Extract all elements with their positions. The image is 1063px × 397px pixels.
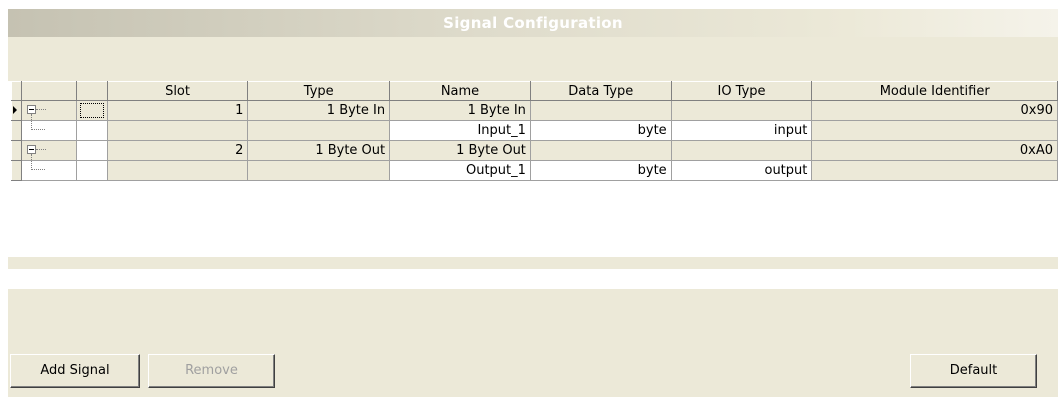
cell-slot[interactable] [106, 160, 249, 181]
cell-module-identifier[interactable] [811, 160, 1058, 181]
tree-cell[interactable] [20, 100, 77, 121]
cell-data-type[interactable]: byte [529, 120, 672, 141]
cell-module-identifier[interactable]: 0xA0 [811, 140, 1058, 161]
row-indicator [11, 160, 22, 181]
cell-name[interactable]: 1 Byte In [389, 100, 531, 121]
cell-io-type[interactable]: output [670, 160, 813, 181]
right-arrow-icon [13, 106, 17, 114]
table-header-row: Slot Type Name Data Type IO Type Module … [11, 81, 1058, 101]
tree-cell[interactable] [20, 120, 77, 141]
tree-line [30, 154, 32, 160]
cell-slot[interactable] [106, 120, 249, 141]
cell-slot[interactable]: 2 [106, 140, 249, 161]
cell-data-type[interactable] [529, 100, 672, 121]
tree-line [35, 149, 46, 150]
signal-table: Slot Type Name Data Type IO Type Module … [11, 81, 1058, 181]
tree-line [30, 114, 32, 120]
cell-type[interactable]: 1 Byte In [247, 100, 391, 121]
cell-type[interactable] [247, 160, 391, 181]
tree-cell[interactable] [20, 160, 77, 181]
focus-rectangle [79, 103, 104, 118]
column-header-io-type[interactable]: IO Type [670, 81, 813, 101]
tree-line [30, 129, 45, 130]
column-header-slot[interactable]: Slot [106, 81, 249, 101]
cell-io-type[interactable] [670, 100, 813, 121]
grid-scroll-area [8, 269, 1058, 289]
add-signal-button[interactable]: Add Signal [10, 354, 140, 388]
panel-title: Signal Configuration [8, 9, 1058, 37]
tree-collapse-icon[interactable] [26, 105, 36, 114]
table-row[interactable]: Output_1 byte output [11, 160, 1058, 181]
signal-grid: Slot Type Name Data Type IO Type Module … [8, 81, 1058, 257]
column-header-name[interactable]: Name [389, 81, 531, 101]
cell-data-type[interactable] [529, 140, 672, 161]
row-indicator [11, 100, 22, 121]
signal-configuration-panel: Signal Configuration Slot Type Name Data… [8, 9, 1058, 397]
table-row[interactable]: 2 1 Byte Out 1 Byte Out 0xA0 [11, 140, 1058, 161]
cell-name[interactable]: 1 Byte Out [389, 140, 531, 161]
tree-collapse-icon[interactable] [26, 145, 36, 154]
cell-type[interactable]: 1 Byte Out [247, 140, 391, 161]
column-header-data-type[interactable]: Data Type [529, 81, 672, 101]
cell-module-identifier[interactable] [811, 120, 1058, 141]
row-indicator [11, 120, 22, 141]
cell-name[interactable]: Input_1 [389, 120, 531, 141]
default-button[interactable]: Default [910, 354, 1037, 388]
tree-cell[interactable] [20, 140, 77, 161]
column-header-type[interactable]: Type [247, 81, 391, 101]
cell-io-type[interactable] [670, 140, 813, 161]
table-row[interactable]: 1 1 Byte In 1 Byte In 0x90 [11, 100, 1058, 121]
header-tree [20, 81, 77, 101]
cell-module-identifier[interactable]: 0x90 [811, 100, 1058, 121]
header-check [75, 81, 108, 101]
header-corner [11, 81, 22, 101]
cell-data-type[interactable]: byte [529, 160, 672, 181]
cell-slot[interactable]: 1 [106, 100, 249, 121]
tree-line [30, 169, 45, 170]
column-header-module-identifier[interactable]: Module Identifier [811, 81, 1058, 101]
cell-name[interactable]: Output_1 [389, 160, 531, 181]
table-row[interactable]: Input_1 byte input [11, 120, 1058, 141]
tree-line [35, 109, 46, 110]
cell-io-type[interactable]: input [670, 120, 813, 141]
selection-cell[interactable] [75, 140, 108, 161]
cell-type[interactable] [247, 120, 391, 141]
selection-cell[interactable] [75, 100, 108, 121]
selection-cell[interactable] [75, 160, 108, 181]
row-indicator [11, 140, 22, 161]
selection-cell[interactable] [75, 120, 108, 141]
remove-button[interactable]: Remove [148, 354, 275, 388]
